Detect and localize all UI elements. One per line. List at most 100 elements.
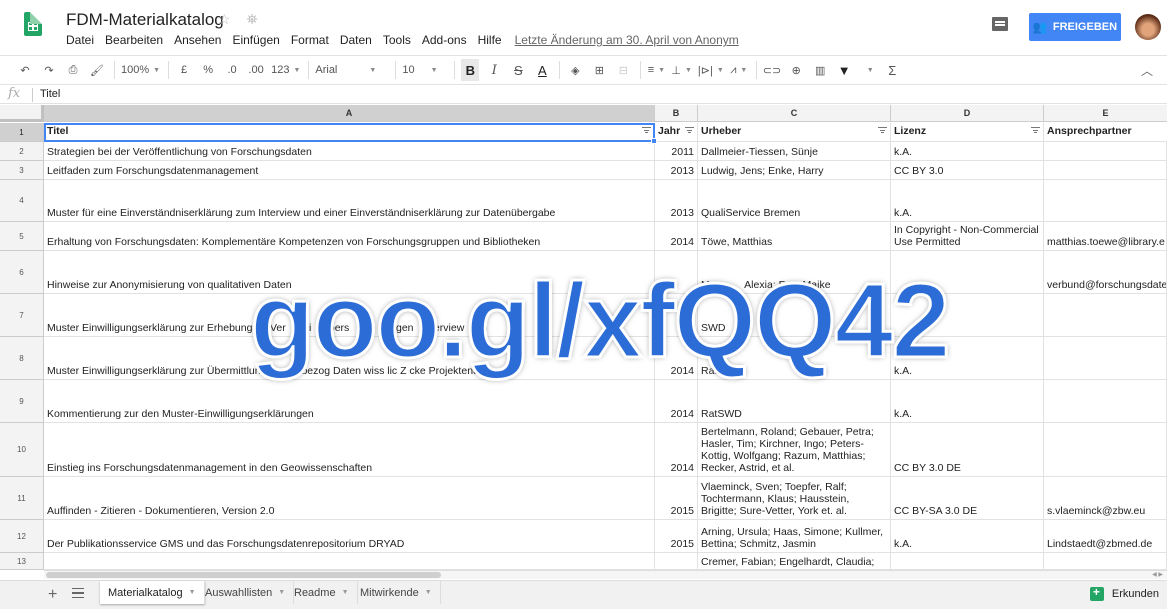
table-cell[interactable]: 2013 (655, 161, 698, 180)
column-header-d[interactable]: D (891, 105, 1044, 122)
table-cell[interactable]: Vlaeminck, Sven; Toepfer, Ralf; Tochterm… (698, 477, 891, 520)
chevron-down-icon[interactable]: ▼ (425, 589, 432, 596)
avatar[interactable] (1135, 14, 1161, 40)
table-cell[interactable] (1044, 423, 1167, 477)
table-cell[interactable]: Arning, Ursula; Haas, Simone; Kullmer, B… (698, 520, 891, 553)
tab-auswahllisten[interactable]: Auswahllisten ▼ (197, 581, 295, 604)
comments-icon[interactable] (992, 17, 1008, 31)
scrollbar-thumb[interactable] (46, 572, 441, 578)
table-cell[interactable]: RatSWD (698, 380, 891, 423)
table-cell[interactable]: 2014 (655, 380, 698, 423)
table-cell[interactable]: CC BY 3.0 DE (891, 423, 1044, 477)
table-cell[interactable]: 2015 (655, 520, 698, 553)
decrease-decimals-button[interactable]: .0 (223, 59, 241, 81)
table-cell[interactable]: 4 (655, 294, 698, 337)
filter-views-dropdown-icon[interactable]: ▼ (859, 59, 877, 81)
filter-icon[interactable] (878, 127, 887, 134)
table-cell[interactable]: 2014 (655, 337, 698, 380)
filter-icon[interactable] (1031, 127, 1040, 134)
table-cell[interactable] (1044, 294, 1167, 337)
row-header[interactable]: 13 (0, 553, 44, 570)
share-button[interactable]: 👥 FREIGEBEN (1029, 13, 1121, 41)
table-cell[interactable]: Auffinden - Zitieren - Dokumentieren, Ve… (44, 477, 655, 520)
explore-button[interactable]: Erkunden (1089, 585, 1159, 601)
table-cell[interactable]: matthias.toewe@library.e (1044, 222, 1167, 251)
comment-insert-icon[interactable]: ⊕ (787, 59, 805, 81)
vertical-align-icon[interactable]: ⊥ ▼ (671, 59, 692, 81)
percent-format-button[interactable]: % (199, 59, 217, 81)
column-header-a[interactable]: A (44, 105, 655, 122)
table-cell[interactable]: Strategien bei der Veröffentlichung von … (44, 142, 655, 161)
table-cell[interactable]: verbund@forschungsdate (1044, 251, 1167, 294)
scroll-arrows-icon[interactable]: ◀ ▶ (1152, 571, 1163, 578)
filter-icon[interactable] (685, 127, 694, 134)
row-header[interactable]: 1 (0, 123, 44, 142)
row-header[interactable]: 4 (0, 180, 44, 222)
table-cell[interactable]: k.A. (891, 520, 1044, 553)
table-cell[interactable] (1044, 161, 1167, 180)
table-cell[interactable]: Leitfaden zum Forschungsdatenmanagement (44, 161, 655, 180)
row-header[interactable]: 5 (0, 222, 44, 251)
table-cell[interactable]: Töwe, Matthias (698, 222, 891, 251)
font-size-select[interactable]: 10 ▼ (402, 59, 446, 81)
table-cell[interactable]: CC BY-SA 3.0 DE (891, 477, 1044, 520)
star-and-folder-icons[interactable]: ☆ ⛯ (218, 11, 264, 28)
table-cell[interactable]: k.A. (891, 180, 1044, 222)
table-cell[interactable] (655, 251, 698, 294)
table-cell[interactable]: RatSWD (698, 337, 891, 380)
table-cell[interactable]: Titel (44, 123, 655, 142)
all-sheets-icon[interactable] (72, 588, 84, 598)
table-cell[interactable] (1044, 380, 1167, 423)
table-cell[interactable] (891, 553, 1044, 570)
row-header[interactable]: 7 (0, 294, 44, 337)
table-cell[interactable]: Ansprechpartner (1044, 123, 1167, 142)
filter-icon[interactable]: ▼ (835, 59, 853, 81)
table-cell[interactable] (1044, 553, 1167, 570)
table-cell[interactable]: k.A. (891, 337, 1044, 380)
table-cell[interactable]: k.A. (891, 142, 1044, 161)
table-cell[interactable] (1044, 337, 1167, 380)
borders-icon[interactable]: ⊞ (590, 59, 608, 81)
table-cell[interactable]: Erhaltung von Forschungsdaten: Komplemen… (44, 222, 655, 251)
row-header[interactable]: 12 (0, 520, 44, 553)
row-header[interactable]: 11 (0, 477, 44, 520)
chart-icon[interactable]: ▥ (811, 59, 829, 81)
table-cell[interactable]: Bertelmann, Roland; Gebauer, Petra; Hasl… (698, 423, 891, 477)
menu-tools[interactable]: Tools (383, 33, 411, 47)
table-cell[interactable]: Muster Einwilligungserklärung zur Erhebu… (44, 294, 655, 337)
zoom-select[interactable]: 100% ▼ (121, 59, 160, 81)
font-select[interactable]: Arial ▼ (315, 59, 387, 81)
menu-insert[interactable]: Einfügen (232, 33, 279, 47)
row-header[interactable]: 9 (0, 380, 44, 423)
text-wrap-icon[interactable]: |⊳| ▼ (698, 59, 724, 81)
increase-decimals-button[interactable]: .00 (247, 59, 265, 81)
menu-data[interactable]: Daten (340, 33, 372, 47)
strikethrough-button[interactable]: S (509, 59, 527, 81)
table-cell[interactable]: Lizenz (891, 123, 1044, 142)
table-cell[interactable]: Kommentierung zur den Muster-Einwilligun… (44, 380, 655, 423)
table-cell[interactable] (44, 553, 655, 570)
table-cell[interactable] (891, 294, 1044, 337)
table-cell[interactable] (1044, 180, 1167, 222)
menu-help[interactable]: Hilfe (478, 33, 502, 47)
table-cell[interactable]: s.vlaeminck@zbw.eu (1044, 477, 1167, 520)
table-cell[interactable]: Der Publikationsservice GMS und das Fors… (44, 520, 655, 553)
table-cell[interactable]: 2013 (655, 180, 698, 222)
undo-icon[interactable]: ↶ (16, 59, 34, 81)
table-cell[interactable]: Me Alexia; F Maike (698, 251, 891, 294)
table-cell[interactable]: SWD (698, 294, 891, 337)
table-cell[interactable]: Hinweise zur Anonymisierung von qualitat… (44, 251, 655, 294)
menu-file[interactable]: Datei (66, 33, 94, 47)
row-header[interactable]: 6 (0, 251, 44, 294)
collapse-chevron-icon[interactable]: ︿ (1141, 62, 1153, 79)
menu-view[interactable]: Ansehen (174, 33, 221, 47)
column-header-c[interactable]: C (698, 105, 891, 122)
chevron-down-icon[interactable]: ▼ (189, 589, 196, 596)
menu-addons[interactable]: Add-ons (422, 33, 467, 47)
table-cell[interactable]: 2015 (655, 477, 698, 520)
functions-button[interactable]: Σ (883, 59, 901, 81)
redo-icon[interactable]: ↷ (40, 59, 58, 81)
chevron-down-icon[interactable]: ▼ (342, 589, 349, 596)
column-header-b[interactable]: B (655, 105, 698, 122)
table-cell[interactable] (655, 553, 698, 570)
